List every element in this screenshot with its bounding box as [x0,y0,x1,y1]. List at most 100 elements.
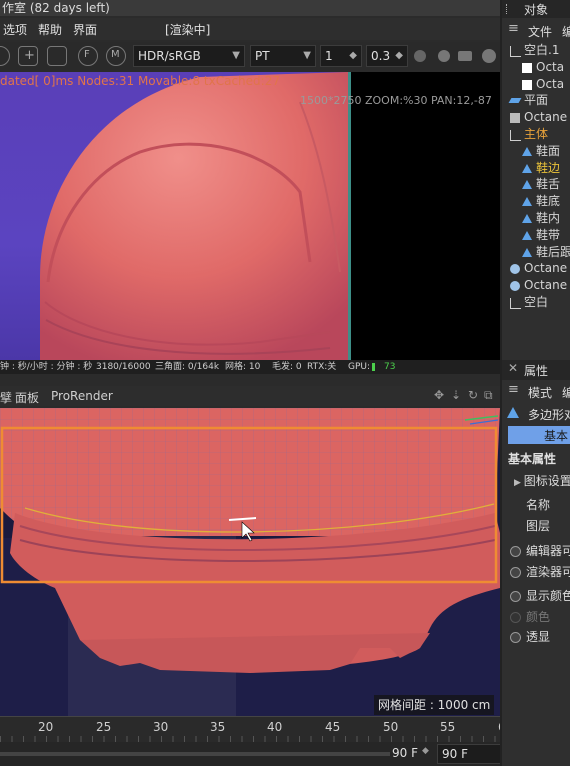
dolly-view-icon[interactable]: ⇣ [451,388,461,402]
object-row[interactable]: 鞋舌 [502,176,570,193]
object-row[interactable]: Octa [502,76,570,93]
right-panel: 对象 ≡ 文件 编 空白.1 Octa Octa 平面 Octane 主体 鞋面 鞋边 鞋舌 鞋底… [500,0,570,766]
timeline-ruler[interactable]: 20 25 30 35 40 45 50 55 60 65 [0,716,570,743]
object-label: 鞋内 [536,211,561,225]
close-icon: ✕ [508,361,519,375]
timeline-tick: 20 [38,720,54,734]
attributes-menu-mode[interactable]: 模式 [528,384,552,401]
object-label: 鞋舌 [536,177,561,192]
settings-dot-icon[interactable] [438,50,450,62]
hamburger-icon[interactable]: ≡ [508,21,519,36]
object-row[interactable]: Octane [502,109,570,126]
null-icon [510,298,521,309]
dot-icon[interactable] [414,50,426,62]
section-title: 基本属性 [508,452,557,466]
render-state: [渲染中] [165,23,211,37]
value1-stepper[interactable]: 1 ◆ [320,45,362,67]
hamburger-icon[interactable]: ≡ [508,382,519,397]
object-row[interactable]: Octane [502,260,570,277]
status-gpu-label: GPU: [348,362,371,372]
maximize-view-icon[interactable]: ⧉ [484,388,493,403]
editor-viewport[interactable]: 网格间距 : 1000 cm [0,408,500,716]
menu-help[interactable]: 帮助 [38,21,62,38]
playback-range-bar[interactable] [0,752,390,756]
status-meshes: 网格: 10 [225,362,261,372]
object-row[interactable]: Octane [502,277,570,294]
attributes-object-row: 多边形对 [502,403,570,423]
object-row[interactable]: 鞋面 [502,143,570,160]
focus-pick-icon[interactable]: F [78,46,98,66]
window-title: 作室 (82 days left) [0,0,502,16]
object-label: 鞋带 [536,227,561,242]
object-row[interactable]: Octa [502,59,570,76]
radio-icon [510,546,521,557]
render-black-area [348,72,500,360]
object-label: 主体 [524,127,549,141]
render-view[interactable]: dated[ 0]ms Nodes:31 Movable:8 txCached:… [0,72,348,360]
attributes-menu-edit[interactable]: 编 [562,384,570,401]
option-editor-visible[interactable]: 编辑器可 [502,541,570,561]
objects-tab[interactable]: 对象 [502,0,570,18]
timeline-tick: 35 [210,720,226,734]
object-label: 空白.1 [524,43,560,57]
object-row[interactable]: 空白 [502,294,570,311]
attributes-tab[interactable]: ✕ 属性 [502,360,570,380]
object-row[interactable]: 主体 [502,126,570,143]
status-samples: 3180/16000 [96,362,151,372]
polygon-icon [522,247,532,257]
radio-icon [510,632,521,643]
status-time: 钟 : 秒/小时 : 分钟 : 秒 [0,362,93,372]
rotate-view-icon[interactable]: ↻ [468,388,478,402]
region-icon[interactable] [47,46,67,66]
menu-bar: 选项 帮助 界面 [渲染中] [0,18,500,40]
polygon-icon [522,197,532,207]
value2-stepper[interactable]: 0.3 ◆ [366,45,408,67]
viewport-menu-panel[interactable]: 面板 [15,389,39,406]
timeline-tick: 45 [325,720,341,734]
object-row[interactable]: 鞋底 [502,193,570,210]
status-triangles: 三角面: 0/164k [155,362,220,372]
menu-interface[interactable]: 界面 [73,21,97,38]
radio-icon [510,612,521,623]
render-edge-strip [348,72,351,360]
menu-options[interactable]: 选项 [3,21,27,38]
kernel-select[interactable]: PT ▼ [250,45,316,67]
gpu-meter [372,363,375,371]
object-label: 空白 [524,295,549,309]
record-icon[interactable] [0,46,10,66]
sphere-icon[interactable] [482,49,496,63]
add-region-icon[interactable]: + [18,46,38,66]
timeline-tick: 25 [96,720,112,734]
camera-icon[interactable] [458,51,472,61]
tab-basic[interactable]: 基本 [508,426,570,444]
object-label: Octane [524,278,568,293]
object-row[interactable]: 鞋内 [502,210,570,227]
frame-end-stepper[interactable]: ◆ [422,746,429,756]
object-row[interactable]: 鞋后跟 [502,244,570,261]
viewport-menu-prorender[interactable]: ProRender [51,389,113,403]
timeline-tick: 30 [153,720,169,734]
option-display-color[interactable]: 显示颜色 [502,586,570,606]
polygon-object-icon [507,407,519,418]
object-row[interactable]: 平面 [502,92,570,109]
grid-spacing-label: 网格间距 : 1000 cm [374,695,494,715]
move-view-icon[interactable]: ✥ [434,388,444,402]
field-layer-label: 图层 [526,519,551,533]
objects-menu-file[interactable]: 文件 [528,23,552,40]
object-row[interactable]: 空白.1 [502,42,570,59]
octane-icon [522,79,532,90]
sphere-icon [510,281,520,292]
color-space-select[interactable]: HDR/sRGB ▼ [133,45,245,67]
object-label: 鞋边 [536,160,561,175]
polygon-icon [522,163,532,173]
object-row[interactable]: 鞋带 [502,227,570,244]
viewport-header: 擘 面板 ProRender ✥ ⇣ ↻ ⧉ [0,386,500,406]
object-row[interactable]: 鞋边 [502,160,570,177]
objects-menu-edit[interactable]: 编 [562,23,570,40]
material-pick-icon[interactable]: M [106,46,126,66]
option-render-visible[interactable]: 渲染器可 [502,562,570,582]
polygon-icon [522,180,532,190]
viewport-menu-fragment[interactable]: 擘 [0,389,12,406]
icon-settings-toggle[interactable]: ▶ 图标设置 [514,472,570,489]
option-xray[interactable]: 透显 [502,627,570,647]
